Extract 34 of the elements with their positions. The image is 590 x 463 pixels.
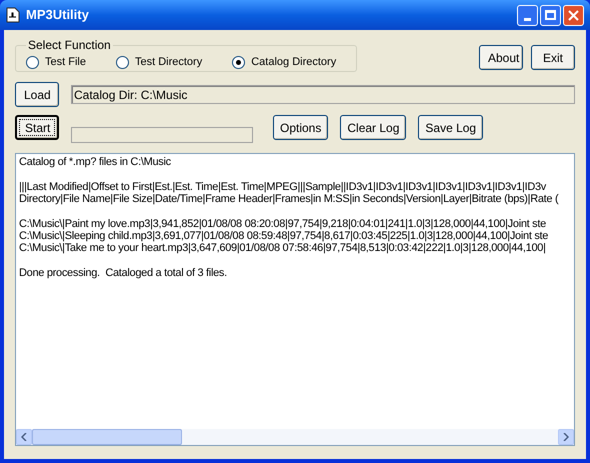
- top-button[interactable]: About: [479, 45, 523, 70]
- log-line: |||Last Modified|Offset to First|Est.|Est. Time|Est. Time|MPEG|||Sample||ID3v1|ID3v1|ID3v1|ID3v1|ID3v1|ID3v1|ID3v: [19, 181, 546, 193]
- chevron-right-icon: [563, 433, 569, 441]
- log-line: Directory|File Name|File Size|Date/Time|Frame Header|Frames|in M:SS|in Seconds|Version|Layer|Bitrate (bps)|Rate (: [19, 193, 558, 205]
- log-line: C:\Music\|Sleeping child.mp3|3,691,077|01/08/08 08:59:48|97,754|8,617|0:03:45|225|1.0|3|128,000|44,100|Joint ste: [19, 230, 548, 242]
- scroll-right-button[interactable]: [558, 429, 574, 445]
- minimize-button[interactable]: [517, 4, 538, 26]
- start-button[interactable]: Start: [15, 115, 59, 140]
- log-button[interactable]: Options: [273, 115, 328, 140]
- radio-option[interactable]: Test Directory: [116, 54, 202, 71]
- radio-option[interactable]: Test File: [26, 54, 86, 71]
- window-title: MP3Utility: [26, 6, 90, 24]
- radio-option[interactable]: Catalog Directory: [232, 54, 336, 71]
- close-button[interactable]: [563, 4, 584, 26]
- document-icon: [6, 7, 20, 23]
- radio-button[interactable]: [26, 56, 39, 69]
- chevron-left-icon: [21, 433, 27, 441]
- group-title: Select Function: [27, 37, 112, 54]
- log-line: C:\Music\|Paint my love.mp3|3,941,852|01/08/08 08:20:08|97,754|9,218|0:04:01|241|1.0|3|128,000|44,100|Joint ste: [19, 218, 546, 230]
- log-line: Catalog of *.mp? files in C:\Music: [19, 156, 171, 168]
- log-line: C:\Music\|Take me to your heart.mp3|3,647,609|01/08/08 07:58:46|97,754|8,513|0:03:42|222|1.0|3|128,000|44,100|: [19, 242, 546, 254]
- directory-field[interactable]: Catalog Dir: C:\Music: [71, 85, 575, 104]
- load-button[interactable]: Load: [15, 82, 59, 107]
- scroll-left-button[interactable]: [16, 429, 32, 445]
- top-button[interactable]: Exit: [531, 45, 575, 70]
- maximize-button[interactable]: [540, 4, 561, 26]
- close-icon: [568, 10, 579, 20]
- radio-button[interactable]: [116, 56, 129, 69]
- log-line: Done processing. Cataloged a total of 3 files.: [19, 267, 227, 279]
- scroll-thumb[interactable]: [32, 429, 182, 445]
- horizontal-scrollbar[interactable]: [16, 429, 574, 445]
- radio-button[interactable]: [232, 56, 246, 69]
- log-button[interactable]: Save Log: [418, 115, 484, 140]
- log-button[interactable]: Clear Log: [340, 115, 406, 140]
